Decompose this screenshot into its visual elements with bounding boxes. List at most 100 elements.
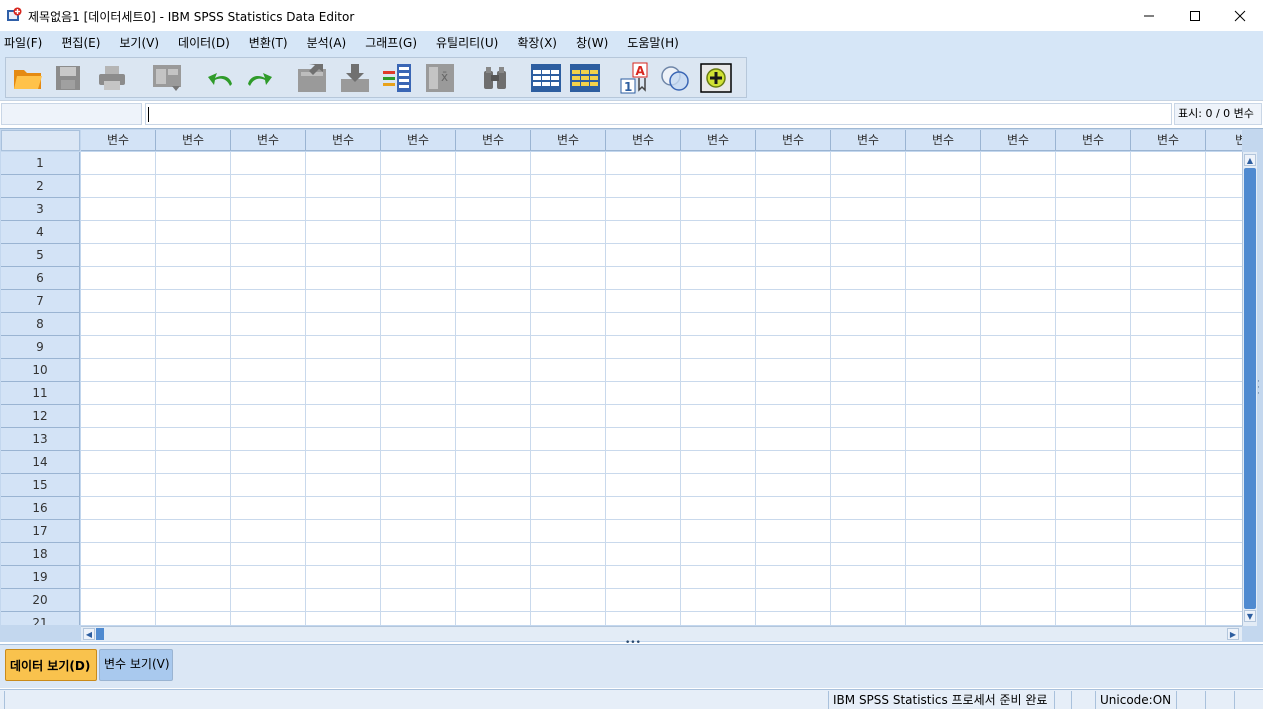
data-cells[interactable] [81,152,1242,625]
variables-icon [383,64,411,92]
menu-window[interactable]: 창(W) [576,34,608,51]
column-header[interactable]: 변수 [81,130,156,151]
column-header[interactable]: 변수 [906,130,981,151]
row-header[interactable]: 2 [1,175,80,198]
variables-button[interactable] [381,62,413,94]
menu-data[interactable]: 데이터(D) [178,34,230,51]
print-button[interactable] [96,62,128,94]
find-icon [484,67,506,89]
add-extension-button[interactable] [700,62,732,94]
horizontal-scrollbar[interactable]: ◀ ▶ [81,626,1242,641]
row-header[interactable]: 16 [1,497,80,520]
horizontal-scroll-thumb[interactable] [96,628,104,640]
insert-cases-button[interactable] [530,62,562,94]
row-header[interactable]: 13 [1,428,80,451]
menu-graphs[interactable]: 그래프(G) [365,34,417,51]
menu-view[interactable]: 보기(V) [119,34,159,51]
use-variable-sets-icon [661,66,689,91]
add-extension-icon [700,63,732,93]
go-to-case-button[interactable] [296,62,328,94]
dialog-recall-button[interactable] [151,62,183,94]
insert-variable-icon [570,64,600,92]
insert-variable-button[interactable] [569,62,601,94]
status-section [1176,691,1205,709]
status-section [1054,691,1071,709]
spss-app-icon[interactable] [6,7,22,23]
scroll-up-icon[interactable]: ▲ [1244,154,1256,166]
row-header[interactable]: 10 [1,359,80,382]
save-button[interactable] [52,62,84,94]
column-header[interactable]: 변수 [1056,130,1131,151]
tab-data-view[interactable]: 데이터 보기(D) [5,649,97,681]
insert-cases-icon [531,64,561,92]
column-header[interactable]: 변수 [306,130,381,151]
row-header[interactable]: 12 [1,405,80,428]
row-header[interactable]: 21 [1,612,80,625]
status-section-main [4,691,828,709]
row-header[interactable]: 17 [1,520,80,543]
menu-extensions[interactable]: 확장(X) [517,34,557,51]
status-section [1234,691,1263,709]
use-variable-sets-button[interactable] [659,62,691,94]
cell-editor-row: 표시: 0 / 0 변수 [0,100,1263,128]
redo-button[interactable] [244,62,276,94]
cell-value-field[interactable] [145,103,1172,125]
tab-variable-view[interactable]: 변수 보기(V) [99,649,173,681]
row-header[interactable]: 5 [1,244,80,267]
column-header[interactable]: 변수 [756,130,831,151]
maximize-button[interactable] [1172,0,1218,31]
row-header[interactable]: 4 [1,221,80,244]
menu-analyze[interactable]: 분석(A) [307,34,347,51]
print-icon [99,66,125,90]
run-descriptives-button[interactable]: x̄ [424,62,456,94]
menu-help[interactable]: 도움말(H) [627,34,679,51]
menu-transform[interactable]: 변환(T) [249,34,288,51]
row-header[interactable]: 11 [1,382,80,405]
column-header[interactable]: 변수 [831,130,906,151]
go-to-variable-button[interactable] [339,62,371,94]
column-header[interactable]: 변수 [156,130,231,151]
row-header[interactable]: 18 [1,543,80,566]
minimize-button[interactable] [1126,0,1172,31]
column-header[interactable]: 변수 [231,130,306,151]
column-header[interactable]: 변수 [681,130,756,151]
open-button[interactable] [12,62,44,94]
minimize-icon [1144,15,1154,16]
processor-status: IBM SPSS Statistics 프로세서 준비 완료 [828,691,1054,709]
column-header[interactable]: 변수 [531,130,606,151]
row-header[interactable]: 6 [1,267,80,290]
row-header[interactable]: 8 [1,313,80,336]
pane-resize-grip-icon[interactable]: · · · [1257,378,1263,399]
vertical-scrollbar[interactable]: ▲ ▼ [1242,152,1257,626]
title-bar: 제목없음1 [데이터세트0] - IBM SPSS Statistics Dat… [0,0,1263,31]
row-header[interactable]: 15 [1,474,80,497]
column-header[interactable]: 변수 [981,130,1056,151]
column-header[interactable]: 변수 [456,130,531,151]
column-header[interactable]: 변 [1206,130,1242,151]
find-button[interactable] [479,62,511,94]
cell-reference-field[interactable] [1,103,142,125]
column-header[interactable]: 변수 [381,130,456,151]
row-header[interactable]: 14 [1,451,80,474]
scroll-down-icon[interactable]: ▼ [1244,610,1256,622]
row-headers: 1 2 3 4 5 6 7 8 9 10 11 12 13 14 15 16 1… [1,152,80,625]
undo-button[interactable] [204,62,236,94]
scroll-right-icon[interactable]: ▶ [1227,628,1239,640]
menu-file[interactable]: 파일(F) [4,34,42,51]
column-header[interactable]: 변수 [1131,130,1206,151]
value-labels-button[interactable]: A1 [620,62,652,94]
row-header[interactable]: 3 [1,198,80,221]
scroll-left-icon[interactable]: ◀ [83,628,95,640]
column-header[interactable]: 변수 [606,130,681,151]
close-button[interactable] [1217,0,1263,31]
row-header[interactable]: 9 [1,336,80,359]
row-header[interactable]: 19 [1,566,80,589]
row-header[interactable]: 1 [1,152,80,175]
grid-corner[interactable] [1,130,80,151]
menu-utilities[interactable]: 유틸리티(U) [436,34,498,51]
menu-edit[interactable]: 편집(E) [61,34,100,51]
menu-bar: 파일(F) 편집(E) 보기(V) 데이터(D) 변환(T) 분석(A) 그래프… [0,31,1263,54]
row-header[interactable]: 20 [1,589,80,612]
vertical-scroll-thumb[interactable] [1244,168,1256,609]
row-header[interactable]: 7 [1,290,80,313]
